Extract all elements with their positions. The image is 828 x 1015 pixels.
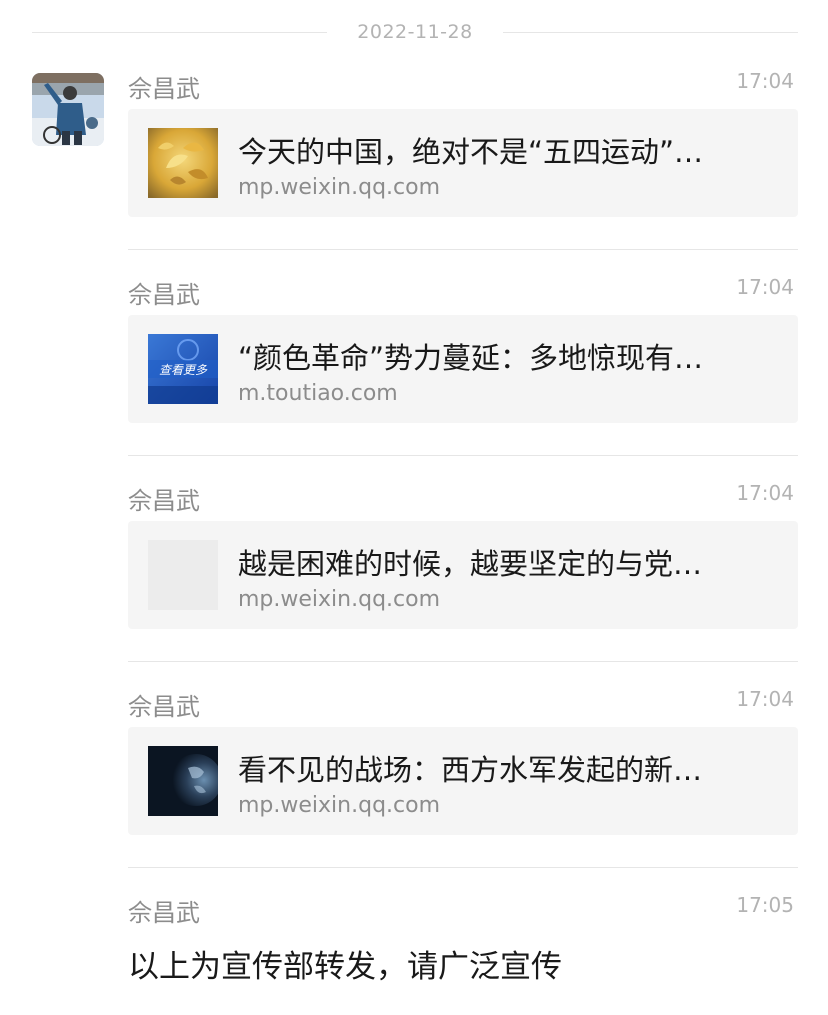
sender-name[interactable]: 佘昌武	[128, 275, 200, 310]
message-time: 17:04	[736, 69, 794, 93]
message-divider	[128, 249, 798, 250]
date-divider: 2022-11-28	[32, 12, 799, 52]
globe-thumbnail	[148, 746, 218, 816]
message-time: 17:05	[736, 893, 794, 917]
message-time: 17:04	[736, 481, 794, 505]
divider-line-right	[502, 31, 799, 33]
golden-leaves-thumbnail	[148, 128, 218, 198]
blank-thumbnail	[148, 540, 218, 610]
message-divider	[128, 661, 798, 662]
avatar-photo-icon	[32, 73, 104, 146]
divider-line-left	[32, 31, 328, 33]
card-title: 今天的中国，绝对不是“五四运动”…	[238, 135, 704, 169]
card-title: 看不见的战场：西方水军发起的新…	[238, 753, 703, 787]
sender-name[interactable]: 佘昌武	[128, 481, 200, 516]
message-text[interactable]: 以上为宣传部转发，请广泛宣传	[128, 941, 562, 986]
thumb-label: 查看更多	[159, 363, 208, 377]
message-divider	[128, 455, 798, 456]
sender-name[interactable]: 佘昌武	[128, 69, 200, 104]
card-title: 越是困难的时候，越要坚定的与党…	[238, 547, 703, 581]
card-title: “颜色革命”势力蔓延：多地惊现有…	[238, 341, 704, 375]
message-time: 17:04	[736, 687, 794, 711]
message-divider	[128, 867, 798, 868]
sender-name[interactable]: 佘昌武	[128, 893, 200, 928]
avatar[interactable]	[32, 73, 104, 146]
link-card[interactable]: 看不见的战场：西方水军发起的新… mp.weixin.qq.com	[128, 727, 798, 835]
message-time: 17:04	[736, 275, 794, 299]
link-card[interactable]: 越是困难的时候，越要坚定的与党… mp.weixin.qq.com	[128, 521, 798, 629]
view-more-thumbnail: 查看更多	[148, 334, 218, 404]
card-source: mp.weixin.qq.com	[238, 587, 441, 612]
card-source: mp.weixin.qq.com	[238, 793, 441, 818]
sender-name[interactable]: 佘昌武	[128, 687, 200, 722]
date-label: 2022-11-28	[357, 21, 473, 43]
card-source: m.toutiao.com	[238, 381, 398, 406]
link-card[interactable]: 查看更多 “颜色革命”势力蔓延：多地惊现有… m.toutiao.com	[128, 315, 798, 423]
link-card[interactable]: 今天的中国，绝对不是“五四运动”… mp.weixin.qq.com	[128, 109, 798, 217]
card-source: mp.weixin.qq.com	[238, 175, 441, 200]
